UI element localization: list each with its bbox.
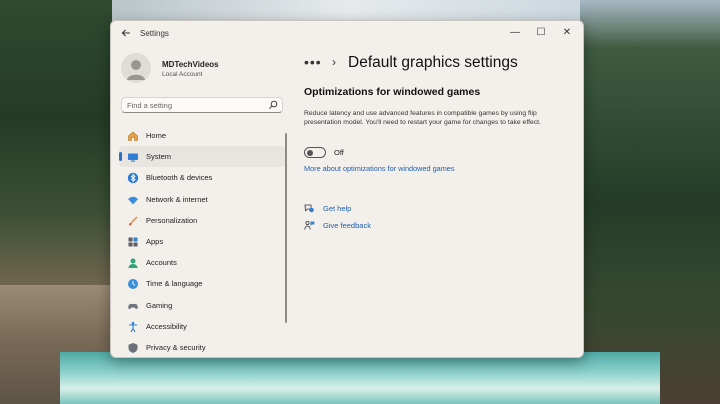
sidebar-item-label: Accessibility	[146, 321, 187, 331]
minimize-button[interactable]: —	[505, 25, 525, 41]
gaming-icon	[128, 303, 138, 309]
privacy-icon	[128, 342, 138, 353]
sidebar-item-accounts[interactable]: Accounts	[119, 252, 285, 273]
sidebar-item-label: Personalization	[146, 215, 198, 225]
windowed-optimizations-toggle[interactable]	[304, 147, 326, 158]
sidebar-item-label: Apps	[146, 236, 164, 246]
sidebar-item-label: Home	[146, 131, 167, 140]
bluetooth-icon	[127, 173, 139, 184]
breadcrumb-chevron-icon: ›	[332, 55, 336, 69]
sidebar-item-label: Gaming	[146, 300, 173, 310]
title-bar[interactable]: Settings — ☐ ✕	[111, 21, 583, 47]
system-icon	[128, 153, 138, 162]
toggle-state-label: Off	[334, 148, 344, 157]
search-input[interactable]: Find a setting	[121, 97, 283, 113]
time-language-icon	[128, 279, 138, 290]
search-icon	[268, 100, 278, 110]
settings-window: Settings — ☐ ✕ MDTechVideos Local Accoun…	[110, 20, 584, 358]
sidebar-item-system[interactable]: System	[119, 146, 285, 168]
get-help-label: Get help	[323, 204, 352, 213]
sidebar-item-bluetooth[interactable]: Bluetooth & devices	[119, 167, 285, 188]
accounts-icon	[128, 258, 138, 269]
breadcrumb-more-button[interactable]: •••	[304, 54, 322, 70]
user-icon	[127, 60, 145, 80]
sidebar-item-label: Accounts	[146, 258, 177, 268]
avatar	[121, 53, 151, 83]
maximize-button[interactable]: ☐	[531, 25, 551, 41]
sidebar-item-personalization[interactable]: Personalization	[119, 210, 285, 231]
section-title: Optimizations for windowed games	[304, 86, 481, 98]
back-arrow-icon	[121, 29, 130, 37]
sidebar-item-network[interactable]: Network & internet	[119, 189, 285, 210]
accessibility-icon	[129, 321, 137, 332]
window-title: Settings	[140, 29, 169, 38]
sidebar-item-label: System	[146, 152, 172, 162]
sidebar-nav: Home System Bluetooth & devices Network …	[119, 125, 285, 357]
back-button[interactable]	[119, 27, 133, 41]
help-icon	[304, 204, 314, 213]
profile-name: MDTechVideos	[162, 60, 219, 69]
network-icon	[128, 196, 138, 205]
sidebar-item-label: Privacy & security	[146, 342, 206, 352]
sidebar-item-home[interactable]: Home	[119, 125, 285, 146]
close-button[interactable]: ✕	[557, 25, 577, 41]
toggle-knob	[307, 149, 313, 156]
sidebar-scrollbar[interactable]	[285, 133, 287, 323]
search-placeholder: Find a setting	[127, 101, 173, 110]
user-profile[interactable]: MDTechVideos Local Account	[121, 53, 281, 83]
section-description: Reduce latency and use advanced features…	[304, 110, 541, 126]
sidebar-item-label: Time & language	[146, 279, 203, 289]
sidebar-item-privacy[interactable]: Privacy & security	[119, 337, 285, 357]
sidebar-item-apps[interactable]: Apps	[119, 231, 285, 252]
sidebar-item-gaming[interactable]: Gaming	[119, 295, 285, 316]
page-title: Default graphics settings	[348, 54, 518, 71]
sidebar-item-time-language[interactable]: Time & language	[119, 273, 285, 294]
sidebar-item-label: Bluetooth & devices	[146, 173, 213, 183]
profile-account-type: Local Account	[162, 71, 203, 78]
apps-icon	[128, 237, 138, 247]
sidebar-item-accessibility[interactable]: Accessibility	[119, 316, 285, 337]
active-indicator	[119, 152, 122, 162]
wallpaper-forest-left	[0, 0, 112, 300]
wallpaper-sky	[112, 0, 582, 22]
personalization-icon	[129, 216, 138, 226]
wallpaper-forest-right	[580, 0, 720, 404]
feedback-icon	[304, 220, 315, 230]
wallpaper-river	[60, 352, 660, 404]
home-icon	[128, 131, 138, 141]
more-about-optimizations-link[interactable]: More about optimizations for windowed ga…	[304, 164, 454, 173]
sidebar-item-label: Network & internet	[146, 194, 208, 204]
give-feedback-label: Give feedback	[323, 221, 371, 230]
